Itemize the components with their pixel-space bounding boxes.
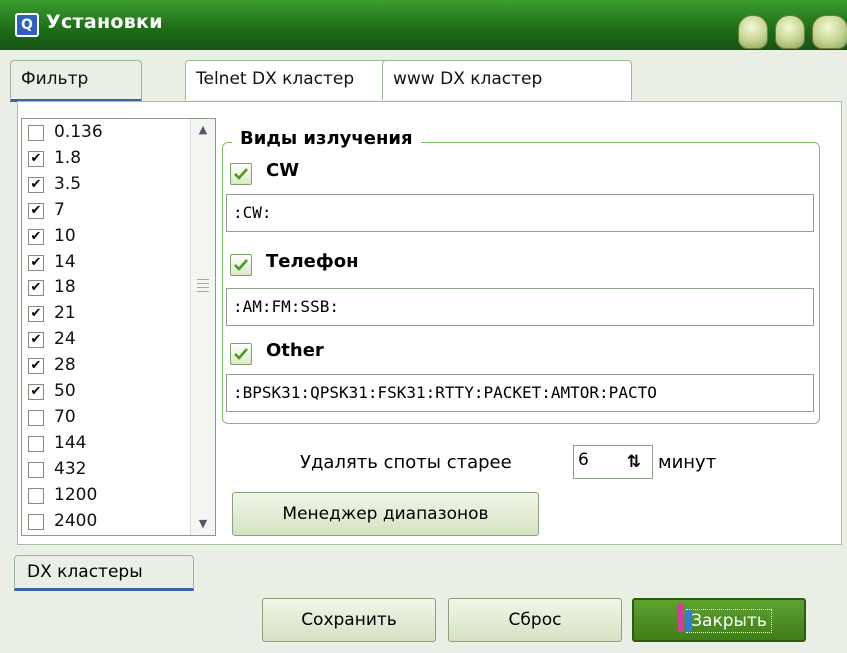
band-checkbox[interactable] <box>28 409 44 426</box>
band-label: 1.8 <box>54 147 82 168</box>
window-title: Установки <box>46 11 163 33</box>
band-list-item[interactable]: ✔ 21 <box>22 302 192 328</box>
band-list-item[interactable]: ✔ 24 <box>22 328 192 354</box>
close-button-label: Закрыть <box>686 609 772 633</box>
band-checkbox[interactable]: ✔ <box>28 150 44 167</box>
band-checkbox[interactable]: ✔ <box>28 254 44 271</box>
spot-age-value[interactable]: 6 <box>578 450 589 470</box>
band-label: 144 <box>54 432 87 453</box>
spot-age-prefix: Удалять споты старее <box>300 452 512 473</box>
band-checkbox[interactable]: ✔ <box>28 358 44 375</box>
phone-mode-field[interactable]: :AM:FM:SSB: <box>226 288 814 326</box>
tab-filter[interactable]: Фильтр <box>10 60 142 102</box>
cw-label: CW <box>266 160 300 181</box>
band-checkbox[interactable] <box>28 461 44 478</box>
band-label: 24 <box>54 329 76 350</box>
phone-checkbox[interactable] <box>230 254 252 276</box>
band-checkbox[interactable]: ✔ <box>28 176 44 193</box>
band-list-item[interactable]: ✔ 18 <box>22 276 192 302</box>
app-icon: Q <box>15 13 39 37</box>
band-label: 18 <box>54 277 76 298</box>
band-checkbox[interactable]: ✔ <box>28 280 44 297</box>
tab-dx-clusters[interactable]: DX кластеры <box>14 555 194 591</box>
close-button[interactable]: Закрыть <box>632 598 806 642</box>
band-list-item[interactable]: ✔ 3.5 <box>22 173 192 199</box>
band-label: 3.5 <box>54 173 82 194</box>
band-list-item[interactable]: 70 <box>22 406 192 432</box>
scroll-grip-icon[interactable] <box>197 279 209 295</box>
title-bar[interactable]: Q Установки <box>0 0 847 50</box>
band-list-item[interactable]: ✔ 7 <box>22 199 192 225</box>
band-list-item[interactable]: 1200 <box>22 484 192 510</box>
band-list-item[interactable]: 0.136 <box>22 121 192 147</box>
band-list-item[interactable]: 432 <box>22 458 192 484</box>
band-checkbox[interactable] <box>28 125 44 141</box>
emission-modes-title: Виды излучения <box>232 128 421 149</box>
band-list-item[interactable]: ✔ 1.8 <box>22 147 192 173</box>
band-manager-button[interactable]: Менеджер диапазонов <box>232 492 539 536</box>
save-button[interactable]: Сохранить <box>262 598 436 642</box>
band-checkbox[interactable]: ✔ <box>28 202 44 219</box>
spin-arrows-icon[interactable]: ⇅ <box>620 449 648 475</box>
minimize-button[interactable] <box>738 15 768 49</box>
band-checkbox[interactable] <box>28 487 44 504</box>
spot-age-spinner[interactable]: 6 ⇅ <box>573 445 653 479</box>
band-list-item[interactable]: ✔ 10 <box>22 225 192 251</box>
band-label: 7 <box>54 199 65 220</box>
band-checkbox[interactable] <box>28 435 44 452</box>
cw-checkbox[interactable] <box>230 163 252 185</box>
band-list-item[interactable]: ✔ 28 <box>22 354 192 380</box>
band-list-item[interactable]: 144 <box>22 432 192 458</box>
band-label: 14 <box>54 251 76 272</box>
phone-label: Телефон <box>266 251 359 272</box>
band-checkbox[interactable]: ✔ <box>28 306 44 323</box>
band-label: 28 <box>54 355 76 376</box>
band-checkbox[interactable] <box>28 513 44 530</box>
spot-age-suffix: минут <box>658 452 717 473</box>
close-icon <box>678 604 684 632</box>
band-list-scrollbar[interactable]: ▲ ▼ <box>190 119 215 535</box>
tab-telnet-dx-cluster[interactable]: Telnet DX кластер <box>185 60 395 100</box>
other-label: Other <box>266 340 324 361</box>
close-icon-bar <box>686 610 692 632</box>
other-mode-field[interactable]: :BPSK31:QPSK31:FSK31:RTTY:PACKET:AMTOR:P… <box>226 374 814 412</box>
maximize-button[interactable] <box>775 15 805 49</box>
band-label: 50 <box>54 381 76 401</box>
scroll-up-icon[interactable]: ▲ <box>195 121 211 139</box>
band-checkbox[interactable]: ✔ <box>28 332 44 349</box>
band-label: 432 <box>54 458 87 479</box>
band-list-item[interactable]: 2400 <box>22 510 192 536</box>
band-checkbox[interactable]: ✔ <box>28 228 44 245</box>
band-list[interactable]: ▲ ▼ 0.136 ✔ 1.8 ✔ 3.5 ✔ 7 ✔ 10 ✔ 14 ✔ 18 ✔ 21 ✔ 24 ✔ 28 ✔ 50… <box>21 118 216 536</box>
tab-strip: Telnet DX кластер www DX кластер Фильтр <box>10 60 840 102</box>
band-label: 10 <box>54 225 76 246</box>
band-list-item[interactable]: ✔ 50 <box>22 380 192 406</box>
settings-window: Q Установки Telnet DX кластер www DX кла… <box>0 0 847 653</box>
band-label: 0.136 <box>54 122 103 142</box>
band-label: 70 <box>54 406 76 427</box>
band-label: 2400 <box>54 510 98 531</box>
band-label: 21 <box>54 303 76 324</box>
band-checkbox[interactable]: ✔ <box>28 384 44 400</box>
reset-button[interactable]: Сброс <box>448 598 622 642</box>
scroll-down-icon[interactable]: ▼ <box>195 515 211 533</box>
tab-www-dx-cluster[interactable]: www DX кластер <box>382 60 632 100</box>
close-window-button[interactable] <box>812 15 847 49</box>
other-checkbox[interactable] <box>230 343 252 365</box>
band-label: 1200 <box>54 484 98 505</box>
cw-mode-field[interactable]: :CW: <box>226 194 814 232</box>
band-list-item[interactable]: ✔ 14 <box>22 251 192 277</box>
